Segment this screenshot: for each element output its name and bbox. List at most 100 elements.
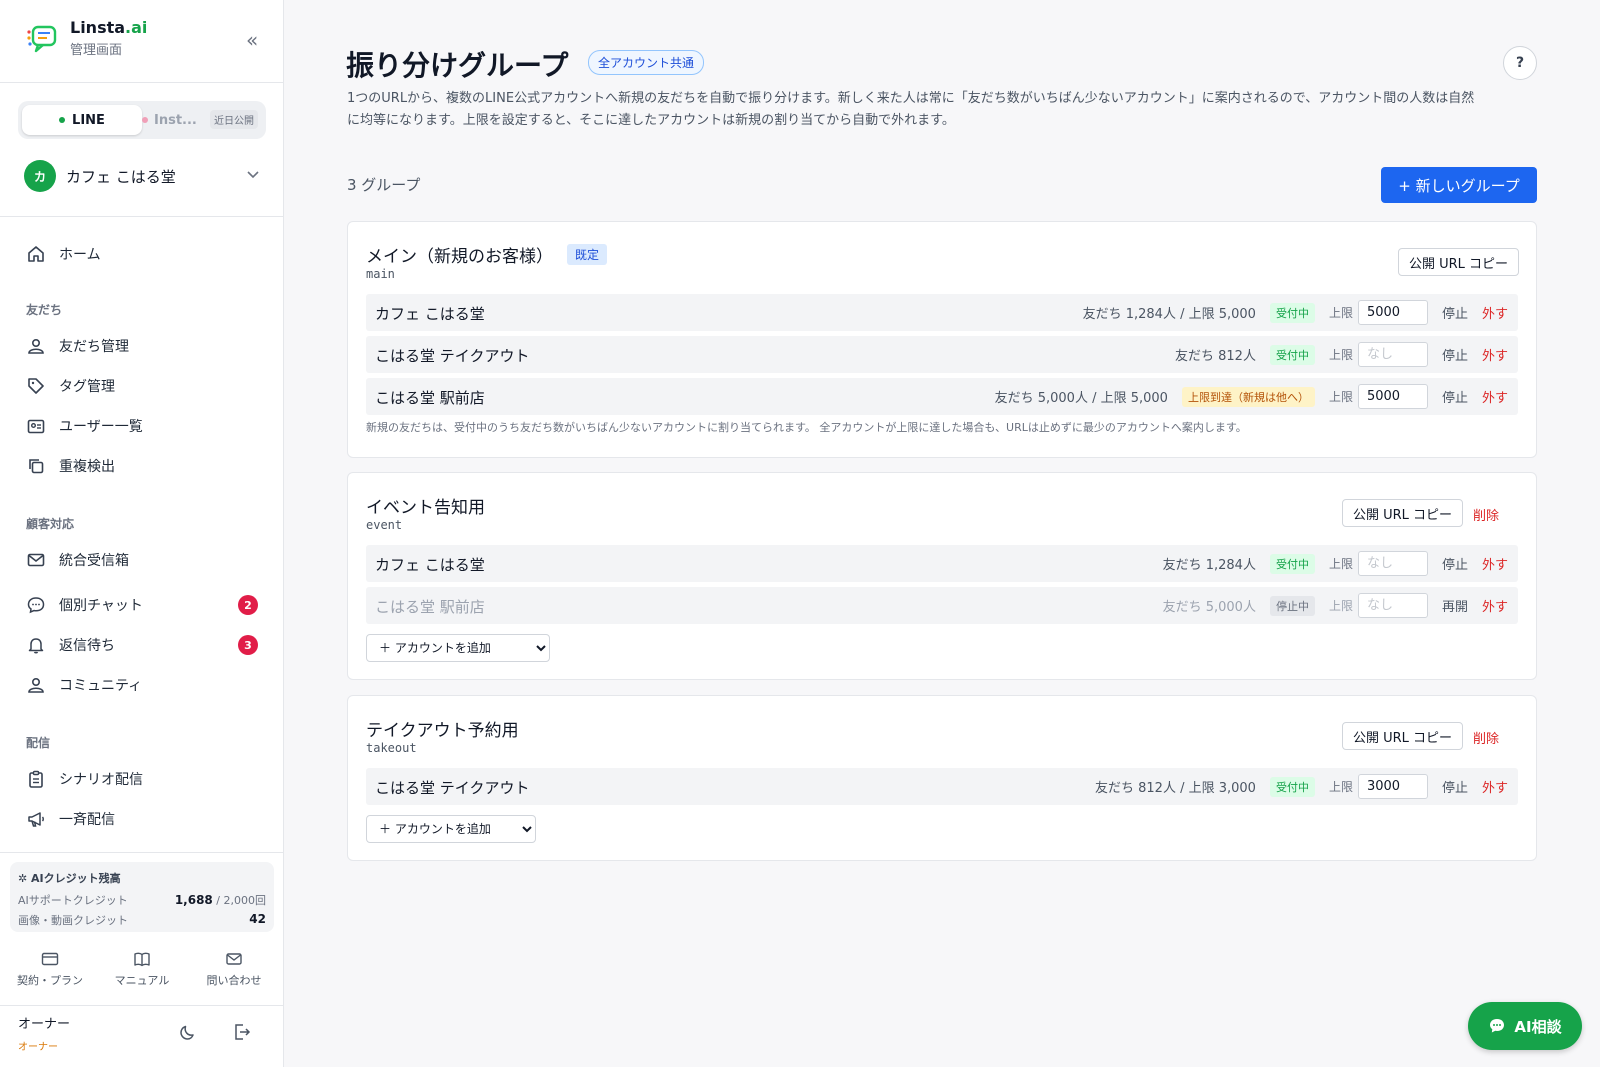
copy-url-button[interactable]: 公開 URL コピー <box>1342 722 1464 750</box>
stop-button[interactable]: 停止 <box>1442 345 1468 364</box>
stop-button[interactable]: 停止 <box>1442 777 1468 796</box>
manual-link[interactable]: マニュアル <box>97 950 187 988</box>
nav-item-unified-inbox[interactable]: 統合受信箱 <box>26 546 258 574</box>
limit-input[interactable] <box>1357 551 1428 576</box>
nav-section-friends: 友だち <box>26 303 63 317</box>
id-card-icon <box>27 419 45 434</box>
account-row: カフェ こはる堂 友だち 1,284人 / 上限 5,000 受付中 上限 停止… <box>366 294 1518 331</box>
remove-button[interactable]: 外す <box>1482 554 1508 573</box>
help-button[interactable]: ? <box>1503 46 1537 80</box>
remove-button[interactable]: 外す <box>1482 303 1508 322</box>
tag-icon <box>28 378 44 394</box>
stop-button[interactable]: 停止 <box>1442 303 1468 322</box>
row-stats: 友だち 812人 / 上限 3,000 <box>1095 781 1256 796</box>
limit-input[interactable] <box>1357 774 1428 799</box>
add-account-select[interactable]: ＋ アカウントを追加 <box>366 815 536 843</box>
nav-section-support: 顧客対応 <box>26 517 75 531</box>
limit-label: 上限 <box>1328 780 1353 794</box>
divider <box>0 1005 284 1006</box>
sidebar-footer-links: 契約・プラン マニュアル 問い合わせ <box>0 950 284 988</box>
megaphone-icon <box>28 812 44 827</box>
copy-url-button[interactable]: 公開 URL コピー <box>1342 499 1464 527</box>
remove-button[interactable]: 外す <box>1482 596 1508 615</box>
remove-button[interactable]: 外す <box>1482 345 1508 364</box>
contact-link[interactable]: 問い合わせ <box>189 950 279 988</box>
linsta-logo-icon <box>24 20 60 56</box>
moon-icon[interactable] <box>178 1022 198 1042</box>
mail-icon <box>27 553 45 567</box>
nav-item-bulk-delivery[interactable]: 一斉配信 <box>26 805 258 833</box>
group-title-row: テイクアウト予約用 <box>366 716 519 741</box>
nav-label: シナリオ配信 <box>59 772 143 788</box>
nav-item-user-list[interactable]: ユーザー一覧 <box>26 412 258 440</box>
group-title-row: メイン（新規のお客様） 既定 <box>366 242 608 267</box>
limit-input[interactable] <box>1357 384 1428 409</box>
account-row: こはる堂 駅前店 友だち 5,000人 / 上限 5,000 上限到達（新規は他… <box>366 378 1518 415</box>
status-badge: 上限到達（新規は他へ） <box>1181 386 1315 407</box>
group-count: 3 グループ <box>347 176 421 194</box>
account-avatar: カ <box>24 160 56 192</box>
row-stats: 友だち 812人 <box>1175 349 1256 364</box>
group-slug: main <box>366 267 395 281</box>
group-note: 新規の友だちは、受付中のうち友だち数がいちばん少ないアカウントに割り当てられます… <box>366 421 1247 434</box>
nav-item-friends-manage[interactable]: 友だち管理 <box>26 332 258 360</box>
limit-label: 上限 <box>1328 557 1353 571</box>
copy-url-button[interactable]: 公開 URL コピー <box>1398 248 1520 276</box>
nav-item-scenario-delivery[interactable]: シナリオ配信 <box>26 765 258 793</box>
limit-input[interactable] <box>1357 300 1428 325</box>
remove-button[interactable]: 外す <box>1482 387 1508 406</box>
group-title: イベント告知用 <box>366 498 485 518</box>
group-card: テイクアウト予約用 takeout 公開 URL コピー 削除 こはる堂 テイク… <box>347 695 1537 861</box>
nav-item-community[interactable]: コミュニティ <box>26 671 258 699</box>
nav-label: 返信待ち <box>59 638 115 654</box>
channel-tab-line[interactable]: LINE <box>22 105 142 135</box>
nav-label: 個別チャット <box>59 598 143 614</box>
credits-row-support: AIサポートクレジット 1,688 / 2,000回 <box>18 893 266 907</box>
credits-row-media: 画像・動画クレジット 42 <box>18 912 266 927</box>
divider <box>0 852 284 853</box>
stop-button[interactable]: 停止 <box>1442 554 1468 573</box>
nav-label: 友だち管理 <box>59 339 129 355</box>
default-badge: 既定 <box>567 244 608 265</box>
delete-group-button[interactable]: 削除 <box>1473 505 1499 524</box>
main-content: 振り分けグループ 全アカウント共通 ? 1つのURLから、複数のLINE公式アカ… <box>284 0 1600 1067</box>
account-name: カフェ こはる堂 <box>66 167 176 186</box>
remove-button[interactable]: 外す <box>1482 777 1508 796</box>
delete-group-button[interactable]: 削除 <box>1473 728 1499 747</box>
nav-item-duplicate-detect[interactable]: 重複検出 <box>26 452 258 480</box>
resume-button[interactable]: 再開 <box>1442 596 1468 615</box>
add-account-select[interactable]: ＋ アカウントを追加 <box>366 634 550 662</box>
limit-label: 上限 <box>1328 390 1353 404</box>
users-icon <box>28 338 44 354</box>
ai-credits-panel: ✲ AIクレジット残高 AIサポートクレジット 1,688 / 2,000回 画… <box>10 862 274 932</box>
stop-button[interactable]: 停止 <box>1442 387 1468 406</box>
unread-count-badge: 2 <box>238 595 258 615</box>
nav-label: 統合受信箱 <box>59 553 129 569</box>
nav-item-tag-manage[interactable]: タグ管理 <box>26 372 258 400</box>
owner-profile[interactable]: オーナー オーナー <box>18 1013 70 1053</box>
channel-tab-instagram[interactable]: Inst... <box>142 105 197 135</box>
new-group-button[interactable]: + 新しいグループ <box>1381 167 1537 203</box>
limit-input[interactable] <box>1357 593 1428 618</box>
nav-item-home[interactable]: ホーム <box>26 240 258 268</box>
brand[interactable]: Linsta.ai 管理画面 <box>24 18 147 58</box>
nav-label: タグ管理 <box>59 379 115 395</box>
row-account-name: こはる堂 テイクアウト <box>375 347 530 365</box>
group-slug: event <box>366 518 403 532</box>
row-account-name: カフェ こはる堂 <box>375 556 485 574</box>
nav-item-awaiting-reply[interactable]: 返信待ち 3 <box>26 631 258 659</box>
nav-label: ホーム <box>59 247 101 263</box>
plan-link[interactable]: 契約・プラン <box>5 950 95 988</box>
collapse-sidebar-icon[interactable]: « <box>246 28 258 52</box>
clipboard-icon <box>29 770 43 788</box>
limit-input[interactable] <box>1357 342 1428 367</box>
group-title: メイン（新規のお客様） <box>366 247 553 267</box>
row-stats: 友だち 5,000人 <box>1162 600 1256 615</box>
nav-item-individual-chat[interactable]: 個別チャット 2 <box>26 591 258 619</box>
divider <box>0 216 284 217</box>
logout-icon[interactable] <box>232 1022 252 1042</box>
account-selector[interactable]: カ カフェ こはる堂 <box>24 160 260 192</box>
ai-consult-button[interactable]: AI相談 <box>1468 1002 1582 1050</box>
row-stats: 友だち 1,284人 / 上限 5,000 <box>1082 307 1256 322</box>
status-badge: 受付中 <box>1269 776 1315 797</box>
